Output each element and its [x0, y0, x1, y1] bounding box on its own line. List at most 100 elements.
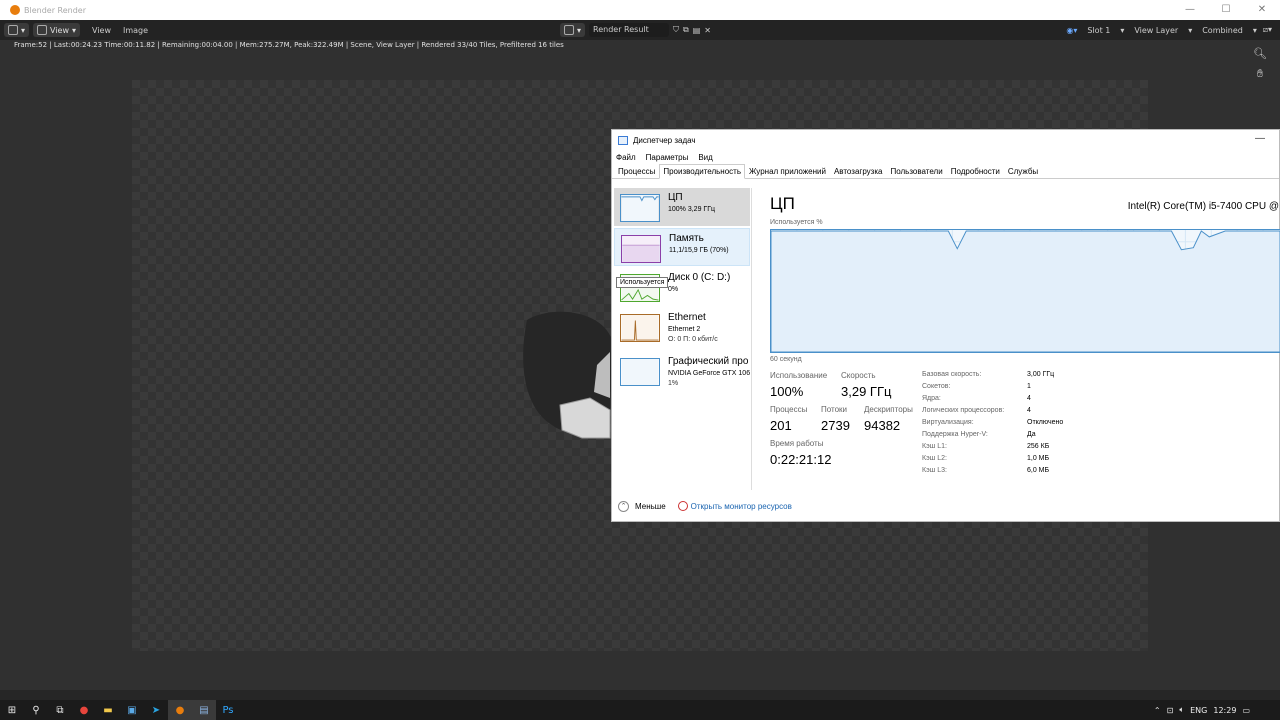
menu-image[interactable]: Image [123, 26, 148, 35]
tm-title: Диспетчер задач [633, 135, 696, 145]
tab-startup[interactable]: Автозагрузка [830, 164, 887, 179]
menu-view[interactable]: View [92, 26, 111, 35]
editor-type-button[interactable]: ▾ [4, 23, 30, 37]
ethernet-thumbnail [620, 314, 660, 342]
photoshop-icon[interactable]: Ps [216, 700, 240, 720]
hyperv-value: Да [1027, 431, 1036, 438]
usage-value: 100% [770, 384, 804, 399]
cpu-panel-title: ЦП [770, 194, 795, 213]
windows-taskbar: ⊞ ⚲ ⧉ ● ▬ ▣ ➤ ● ▤ Ps ⌃ ⊡ 🔈︎ ENG 12:29 ▭ [0, 700, 1280, 720]
photos-icon[interactable]: ▣ [120, 700, 144, 720]
speed-value: 3,29 ГГц [841, 384, 892, 399]
cpu-details-panel: ЦП Intel(R) Core(TM) i5-7400 CPU @ Испол… [762, 188, 1280, 490]
pan-hand-icon[interactable]: ✋︎ [1252, 66, 1268, 82]
pass-chevron-icon: ▾ [1252, 25, 1257, 35]
tab-users[interactable]: Пользователи [886, 164, 946, 179]
start-icon[interactable]: ⊞ [0, 700, 24, 720]
sockets-label: Сокетов: [922, 383, 951, 390]
view-icon [37, 25, 48, 35]
maximize-icon[interactable]: ☐ [1208, 0, 1244, 20]
cache-l2-value: 1,0 МБ [1027, 455, 1050, 462]
collapse-chevron-icon[interactable]: ⌃ [618, 500, 629, 512]
tab-processes[interactable]: Процессы [614, 164, 659, 179]
performance-sidebar: ЦП 100% 3,29 ГГц Память 11,1/15,9 ГБ (70… [612, 188, 752, 490]
cores-label: Ядра: [922, 395, 941, 402]
usage-label: Использование [770, 371, 828, 380]
cores-value: 4 [1027, 395, 1031, 402]
tm-minimize-icon[interactable]: — [1255, 133, 1265, 144]
speed-label: Скорость [841, 371, 876, 380]
sidebar-disk-sub: 0% [668, 286, 679, 293]
view-mode-label: View [50, 25, 69, 35]
network-icon[interactable]: ⊡ [1167, 706, 1174, 715]
sidebar-cpu-name: ЦП [668, 192, 683, 203]
sidebar-item-ethernet[interactable]: Ethernet Ethernet 2 О: 0 П: 0 кбит/с [614, 308, 750, 346]
slot-dropdown[interactable]: Slot 1 [1083, 26, 1114, 35]
pass-dropdown[interactable]: Combined [1198, 26, 1247, 35]
blender-taskbar-icon[interactable]: ● [168, 700, 192, 720]
tm-menubar: Файл Параметры Вид [612, 150, 1279, 164]
display-channel-icon[interactable]: ◉▾ [1066, 26, 1077, 35]
menu-view[interactable]: Вид [698, 153, 712, 162]
task-view-icon[interactable]: ⧉ [48, 700, 72, 720]
virtualization-label: Виртуализация: [922, 419, 974, 426]
image-editor-header: ▾ View ▾ View Image ▾ Render Result ⛉ ⧉ ▤… [0, 20, 1280, 40]
sidebar-item-memory[interactable]: Память 11,1/15,9 ГБ (70%) [614, 228, 750, 266]
tab-services[interactable]: Службы [1004, 164, 1042, 179]
unlink-icon[interactable]: ✕ [704, 26, 711, 35]
uptime-label: Время работы [770, 439, 824, 448]
image-name-field[interactable]: Render Result [589, 23, 670, 37]
resource-monitor-link[interactable]: Открыть монитор ресурсов [677, 501, 792, 511]
sidebar-item-gpu[interactable]: Графический про NVIDIA GeForce GTX 106 1… [614, 352, 750, 390]
resource-monitor-icon [677, 501, 688, 511]
virtualization-value: Отключено [1027, 419, 1064, 426]
notifications-icon[interactable]: ▭ [1242, 706, 1250, 715]
menu-options[interactable]: Параметры [646, 153, 689, 162]
graph-timespan: 60 секунд [770, 356, 802, 363]
cache-l3-label: Кэш L3: [922, 467, 947, 474]
usage-tooltip: Используется [616, 277, 669, 288]
sockets-value: 1 [1027, 383, 1031, 390]
uptime-value: 0:22:21:12 [770, 452, 832, 467]
zoom-icon[interactable]: 🔍︎ [1252, 46, 1268, 62]
open-folder-icon[interactable]: ▤ [693, 26, 701, 35]
tab-details[interactable]: Подробности [947, 164, 1004, 179]
cpu-model-name: Intel(R) Core(TM) i5-7400 CPU @ [1127, 201, 1279, 212]
scopes-icon[interactable]: ⧄▾ [1263, 25, 1272, 35]
telegram-icon[interactable]: ➤ [144, 700, 168, 720]
close-icon[interactable]: ✕ [1244, 0, 1280, 20]
shield-icon[interactable]: ⛉ [673, 25, 679, 35]
tray-chevron-icon[interactable]: ⌃ [1154, 706, 1161, 715]
image-browse-button[interactable]: ▾ [560, 23, 586, 37]
minimize-icon[interactable]: — [1172, 0, 1208, 20]
system-tray: ⌃ ⊡ 🔈︎ ENG 12:29 ▭ [1154, 700, 1250, 720]
window-title: Blender Render [24, 5, 87, 15]
new-image-icon[interactable]: ⧉ [683, 25, 689, 35]
menu-file[interactable]: Файл [616, 153, 636, 162]
threads-label: Потоки [821, 405, 848, 414]
tm-titlebar: Диспетчер задач — [612, 130, 1279, 150]
sidebar-ethernet-sub: Ethernet 2 [668, 326, 701, 333]
cache-l1-value: 256 КБ [1027, 443, 1050, 450]
view-layer-dropdown[interactable]: View Layer [1130, 26, 1182, 35]
tab-app-history[interactable]: Журнал приложений [745, 164, 830, 179]
tab-performance[interactable]: Производительность [659, 164, 745, 179]
image-icon [564, 25, 574, 35]
clock[interactable]: 12:29 [1213, 706, 1236, 715]
chrome-icon[interactable]: ● [72, 700, 96, 720]
sidebar-ethernet-rate: О: 0 П: 0 кбит/с [668, 336, 718, 343]
sidebar-cpu-sub: 100% 3,29 ГГц [668, 206, 716, 213]
cache-l3-value: 6,0 МБ [1027, 467, 1050, 474]
view-mode-button[interactable]: View ▾ [33, 23, 81, 37]
volume-icon[interactable]: 🔈︎ [1179, 705, 1184, 715]
sidebar-gpu-usage: 1% [668, 380, 679, 387]
sidebar-item-cpu[interactable]: ЦП 100% 3,29 ГГц [614, 188, 750, 226]
language-indicator[interactable]: ENG [1190, 706, 1207, 715]
slot-chevron-icon: ▾ [1120, 25, 1125, 35]
task-manager-taskbar-icon[interactable]: ▤ [192, 700, 216, 720]
search-icon[interactable]: ⚲ [24, 700, 48, 720]
image-editor-icon [8, 25, 18, 35]
fewer-details-link[interactable]: Меньше [635, 502, 666, 511]
file-explorer-icon[interactable]: ▬ [96, 700, 120, 720]
base-speed-value: 3,00 ГГц [1027, 371, 1055, 378]
